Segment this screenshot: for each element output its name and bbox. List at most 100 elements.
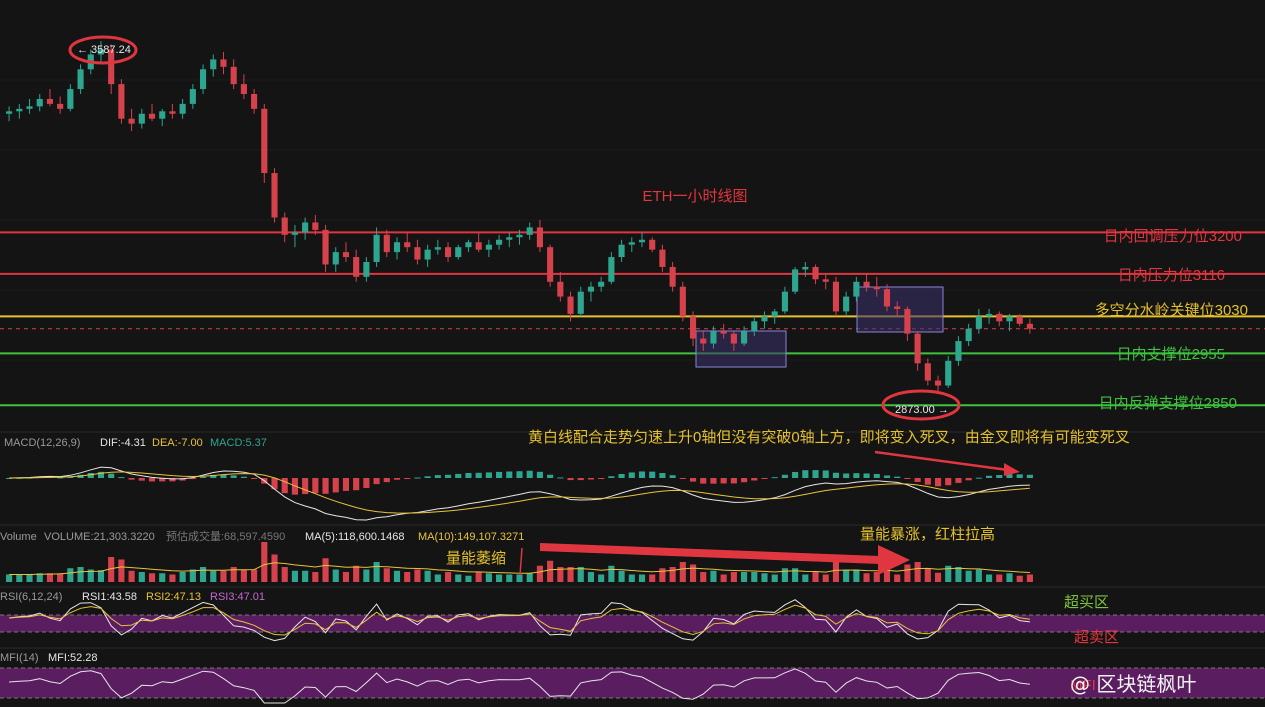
candle-body xyxy=(700,338,707,344)
volume-bar xyxy=(179,572,186,582)
candle-body xyxy=(251,94,258,109)
macd-bar xyxy=(792,471,799,478)
candle-body xyxy=(547,247,554,282)
range-box-1 xyxy=(695,330,787,368)
volume-bar xyxy=(649,574,656,582)
mfi-header: MFI(14) xyxy=(0,652,39,664)
volume-bar xyxy=(97,570,105,582)
volume-bar xyxy=(159,573,166,582)
level-label-1: 日内回调压力位3200 xyxy=(1104,228,1242,245)
macd-bar xyxy=(383,478,390,483)
macd-bar xyxy=(414,477,421,479)
volume-bar xyxy=(628,574,635,582)
macd-bar xyxy=(822,470,829,478)
macd-bar xyxy=(628,472,635,478)
volume-bar xyxy=(638,574,646,582)
macd-bar xyxy=(659,473,666,478)
candle-body xyxy=(77,69,84,90)
macd-bar xyxy=(924,478,931,485)
macd-bar xyxy=(986,475,993,478)
volume-bar xyxy=(353,565,360,582)
candle-body xyxy=(516,234,523,238)
volume-bar xyxy=(812,572,819,582)
volume-bar xyxy=(16,574,23,582)
volume-bar xyxy=(404,572,411,582)
candle-body xyxy=(659,249,666,267)
volume-bar xyxy=(261,542,268,582)
volume-bar xyxy=(587,572,595,582)
volume-bar xyxy=(383,568,390,582)
candle-body xyxy=(577,291,584,314)
candle-body xyxy=(883,289,891,307)
macd-bar xyxy=(199,476,207,478)
macd-bar xyxy=(138,478,145,481)
volume-bar xyxy=(679,562,686,582)
oversold-label: 超卖区 xyxy=(1074,629,1119,646)
macd-bar xyxy=(883,475,891,478)
volume-bar xyxy=(373,562,380,582)
candle-body xyxy=(159,111,166,119)
macd-bar xyxy=(485,472,492,478)
candle-body xyxy=(169,111,176,114)
eth-hourly-chart: ETH一小时线图 日内回调压力位3200 日内压力位3116 多空分水岭关键位3… xyxy=(0,0,1265,707)
macd-bar xyxy=(230,475,237,478)
candle-body xyxy=(934,380,942,386)
macd-dea: DEA:-7.00 xyxy=(152,437,203,449)
macd-bar xyxy=(965,478,972,481)
candle-body xyxy=(1016,316,1023,324)
volume-bar xyxy=(455,574,462,582)
vol-pred: 预估成交量:68,597.4590 xyxy=(166,529,285,543)
macd-bar xyxy=(996,475,1003,478)
macd-bar xyxy=(812,470,819,478)
macd-bar xyxy=(577,478,584,481)
volume-bar xyxy=(281,567,288,582)
candle-body xyxy=(128,118,135,124)
macd-bar xyxy=(608,476,615,478)
candle-body xyxy=(210,59,217,70)
macd-bar xyxy=(404,478,411,479)
volume-bar xyxy=(894,574,901,582)
mfi-value: MFI:52.28 xyxy=(48,652,98,664)
volume-bar xyxy=(832,562,840,582)
candle-body xyxy=(832,281,840,312)
candle-body xyxy=(465,242,472,248)
macd-bar xyxy=(934,478,942,487)
macd-bar xyxy=(312,478,319,494)
volume-bar xyxy=(506,574,513,582)
volume-bar xyxy=(6,574,13,582)
macd-bar xyxy=(598,478,605,479)
volume-bar xyxy=(485,573,492,582)
candle-body xyxy=(302,222,309,233)
macd-bar xyxy=(832,472,840,478)
candle-body xyxy=(67,89,74,109)
rsi-2: RSI2:47.13 xyxy=(146,591,201,603)
volume-bar xyxy=(475,572,482,582)
candle-body xyxy=(618,244,625,258)
volume-bar xyxy=(363,569,370,582)
candle-body xyxy=(230,66,237,85)
volume-bar xyxy=(659,568,666,582)
macd-bar xyxy=(802,470,809,478)
volume-bar xyxy=(271,554,278,582)
candle-body xyxy=(751,321,758,332)
candle-body xyxy=(792,269,799,292)
candle-body xyxy=(444,247,452,258)
macd-bar xyxy=(1016,474,1023,478)
rsi-header: RSI(6,12,24) xyxy=(0,591,62,603)
level-label-5: 日内反弹支撑位2850 xyxy=(1099,395,1237,412)
candle-body xyxy=(771,311,778,317)
candle-body xyxy=(363,262,370,277)
candle-body xyxy=(455,247,462,258)
volume-bar xyxy=(975,569,982,582)
candle-body xyxy=(312,222,319,230)
level-label-4: 日内支撑位2955 xyxy=(1117,346,1225,363)
candle-body xyxy=(567,296,574,314)
candle-body xyxy=(291,232,298,235)
candle-body xyxy=(281,217,288,235)
volume-bar xyxy=(148,573,156,582)
macd-bar xyxy=(444,474,452,478)
macd-bar xyxy=(128,478,135,480)
candle-body xyxy=(353,257,360,277)
candle-body xyxy=(628,242,635,245)
macd-bar xyxy=(108,473,115,478)
